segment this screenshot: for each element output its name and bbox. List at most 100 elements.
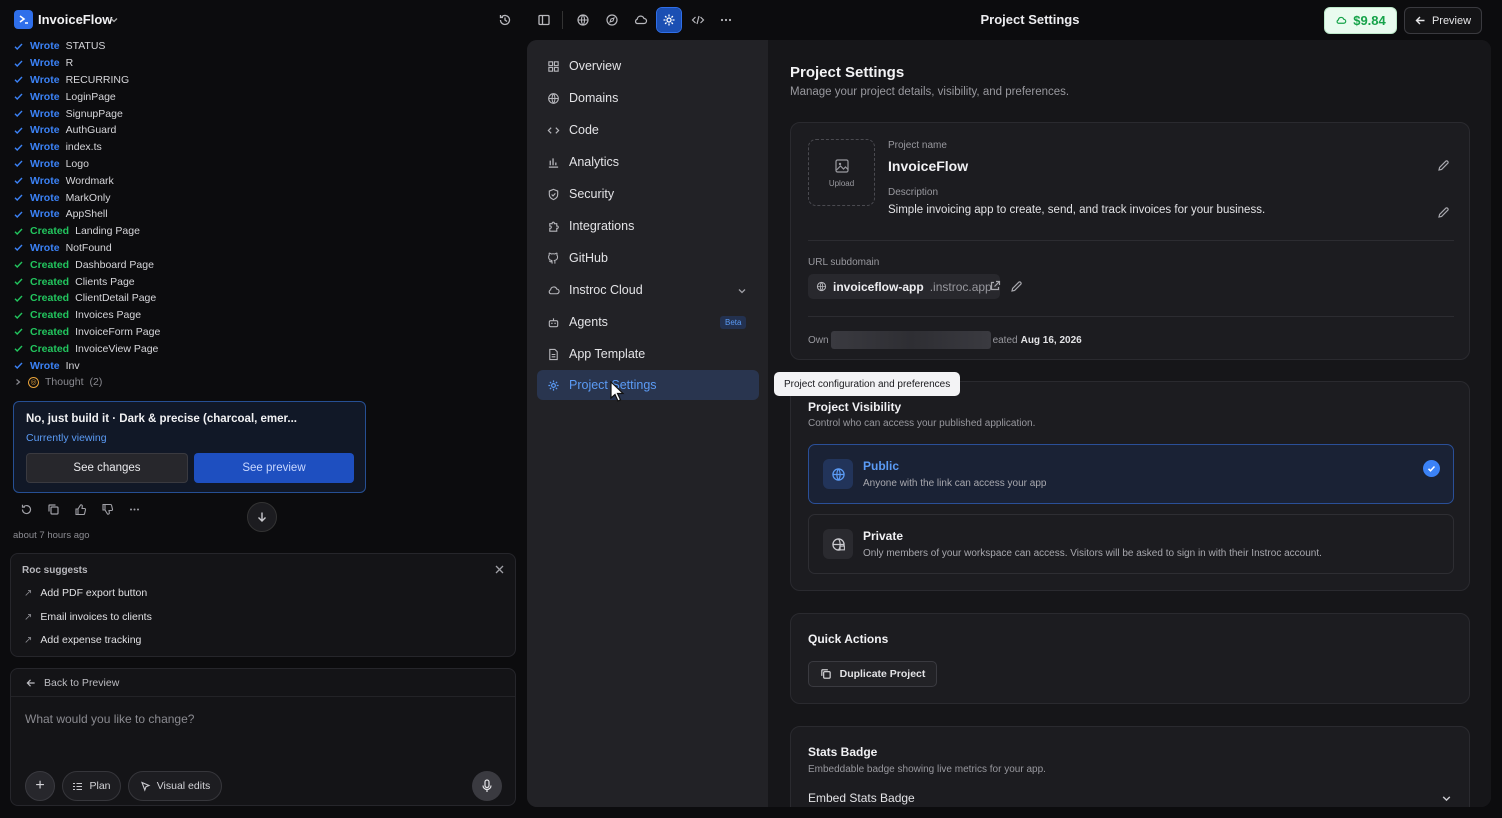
app-name[interactable]: InvoiceFlow xyxy=(38,12,112,27)
close-icon[interactable] xyxy=(494,564,505,575)
settings-nav: Overview Domains Code Analytics Security Inte… xyxy=(527,40,768,807)
domain-suffix: .instroc.app xyxy=(929,279,992,294)
cloud-icon xyxy=(1336,16,1347,24)
history-icon[interactable] xyxy=(493,8,517,32)
edit-subdomain-pencil-icon[interactable] xyxy=(1010,280,1023,293)
log-item: MarkOnly xyxy=(65,191,111,204)
nav-item-code[interactable]: Code xyxy=(537,115,759,145)
preview-button[interactable]: Preview xyxy=(1404,7,1482,34)
thought-label: Thought xyxy=(45,376,84,388)
log-item: RECURRING xyxy=(65,73,130,86)
chevron-down-icon[interactable] xyxy=(1441,793,1452,804)
log-item: LoginPage xyxy=(65,90,116,103)
external-link-icon[interactable] xyxy=(989,280,1001,292)
microphone-button[interactable] xyxy=(472,771,502,801)
edit-name-pencil-icon[interactable] xyxy=(1437,159,1450,172)
see-preview-button[interactable]: See preview xyxy=(194,453,354,483)
mouse-cursor-icon xyxy=(610,381,625,402)
log-verb: Wrote xyxy=(30,73,60,86)
visibility-private-option[interactable]: Private Only members of your workspace c… xyxy=(808,514,1454,574)
thumbs-up-icon[interactable] xyxy=(74,503,87,516)
globe-icon xyxy=(823,459,853,489)
nav-item-label: Analytics xyxy=(569,155,620,169)
globe-lock-icon xyxy=(823,529,853,559)
nav-item-github[interactable]: GitHub xyxy=(537,243,759,273)
globe-icon xyxy=(816,281,827,292)
log-item: InvoiceForm Page xyxy=(75,325,161,338)
more-icon[interactable] xyxy=(128,503,141,516)
nav-item-label: Instroc Cloud xyxy=(569,283,643,297)
chevron-down-icon[interactable] xyxy=(109,15,119,25)
chat-input[interactable]: What would you like to change? xyxy=(25,712,194,726)
log-verb: Wrote xyxy=(30,90,60,103)
globe-icon[interactable] xyxy=(571,8,595,32)
duplicate-project-button[interactable]: Duplicate Project xyxy=(808,661,937,687)
app-logo-icon[interactable] xyxy=(14,10,33,29)
credits-badge[interactable]: $9.84 xyxy=(1324,7,1397,34)
message-actions xyxy=(20,503,141,516)
check-icon xyxy=(14,344,30,353)
cursor-icon xyxy=(140,780,151,792)
suggestion-item[interactable]: ↗ Add PDF export button xyxy=(24,587,147,599)
code-icon[interactable] xyxy=(686,8,710,32)
log-row: Created InvoiceView Page xyxy=(14,340,354,357)
visibility-public-option[interactable]: Public Anyone with the link can access y… xyxy=(808,444,1454,504)
log-verb: Wrote xyxy=(30,359,60,372)
log-verb: Wrote xyxy=(30,157,60,170)
upload-button[interactable]: Upload xyxy=(808,139,875,206)
suggestion-item[interactable]: ↗ Add expense tracking xyxy=(24,634,141,646)
log-row: Created Invoices Page xyxy=(14,307,354,324)
more-icon[interactable] xyxy=(714,8,738,32)
suggestion-item[interactable]: ↗ Email invoices to clients xyxy=(24,611,152,623)
image-icon xyxy=(834,158,849,173)
thought-count: (2) xyxy=(89,376,103,388)
check-icon xyxy=(1423,460,1440,477)
suggestions-panel: Roc suggests ↗ Add PDF export button ↗ Ema… xyxy=(10,553,516,657)
back-to-preview-button[interactable]: Back to Preview xyxy=(11,669,515,697)
globe-icon xyxy=(548,92,559,104)
compass-icon[interactable] xyxy=(600,8,624,32)
log-verb: Wrote xyxy=(30,191,60,204)
embed-stats-toggle[interactable]: Embed Stats Badge xyxy=(808,791,915,805)
nav-item-integrations[interactable]: Integrations xyxy=(537,211,759,241)
url-subdomain-label: URL subdomain xyxy=(808,257,880,268)
arrow-down-icon xyxy=(258,512,266,522)
log-verb: Created xyxy=(30,309,70,322)
cloud-icon[interactable] xyxy=(628,8,652,32)
copy-icon[interactable] xyxy=(47,503,60,516)
message-timestamp: about 7 hours ago xyxy=(13,530,90,541)
add-attachment-button[interactable]: + xyxy=(25,771,55,801)
sidebar-toggle-icon[interactable] xyxy=(532,8,556,32)
log-verb: Wrote xyxy=(30,174,60,187)
log-row: Created Clients Page xyxy=(14,273,354,290)
nav-item-security[interactable]: Security xyxy=(537,179,759,209)
quick-actions-title: Quick Actions xyxy=(808,632,889,646)
thumbs-down-icon[interactable] xyxy=(101,503,114,516)
chevron-down-icon[interactable] xyxy=(737,286,747,296)
currently-viewing-link[interactable]: Currently viewing xyxy=(26,432,107,444)
shield-icon xyxy=(548,188,559,200)
see-changes-button[interactable]: See changes xyxy=(26,453,188,483)
plan-button[interactable]: Plan xyxy=(62,771,121,801)
nav-item-label: Integrations xyxy=(569,219,635,233)
owner-created-row: Own eated Aug 16, 2026 xyxy=(808,331,1082,349)
composer: Back to Preview What would you like to c… xyxy=(10,668,516,806)
nav-item-domains[interactable]: Domains xyxy=(537,83,759,113)
retry-icon[interactable] xyxy=(20,503,33,516)
nav-item-agents[interactable]: Agents Beta xyxy=(537,307,759,337)
plus-icon: + xyxy=(35,777,45,794)
log-item: AppShell xyxy=(65,208,108,221)
log-verb: Created xyxy=(30,292,70,305)
nav-item-instroc-cloud[interactable]: Instroc Cloud xyxy=(537,275,759,305)
thought-toggle[interactable]: ◎ Thought (2) xyxy=(14,376,102,388)
log-verb: Created xyxy=(30,225,70,238)
nav-item-project-settings[interactable]: Project Settings xyxy=(537,370,759,400)
nav-item-overview[interactable]: Overview xyxy=(537,51,759,81)
settings-icon[interactable] xyxy=(656,7,682,33)
nav-item-app-template[interactable]: App Template xyxy=(537,339,759,369)
scroll-down-button[interactable] xyxy=(247,502,277,532)
nav-item-analytics[interactable]: Analytics xyxy=(537,147,759,177)
edit-description-pencil-icon[interactable] xyxy=(1437,206,1450,219)
chart-icon xyxy=(548,157,559,168)
visual-edits-button[interactable]: Visual edits xyxy=(128,771,222,801)
